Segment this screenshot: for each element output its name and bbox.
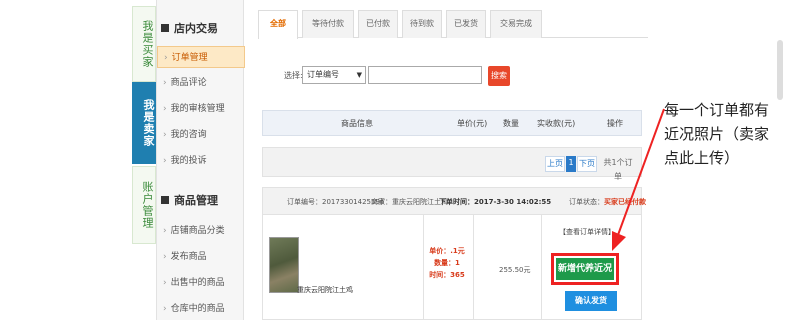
product-thumbnail[interactable] (269, 237, 299, 293)
sidebar-item-label: 商品评论 (170, 78, 207, 88)
pagination: 上页 1 下页 共1个订单 (262, 147, 642, 181)
sidebar-item-label: 店铺商品分类 (170, 226, 225, 236)
order-number-label: 订单编号： (287, 198, 322, 206)
sidebar-item-label: 我的投诉 (170, 156, 207, 166)
order-number: 订单编号：20173301425596 (287, 188, 384, 216)
sidebar-item-label: 仓库中的商品 (170, 304, 225, 314)
annotation-arrow (612, 108, 665, 251)
main-content: 全部 等待付款 已付款 待到款 已发货 交易完成 选择: 订单编号 ▼ 搜索 商… (258, 0, 648, 320)
order-shop-label: 商家： (371, 198, 392, 206)
sidebar-item-reviews[interactable]: › 商品评论 (157, 72, 245, 94)
order-header: 订单编号：20173301425596 商家：重庆云阳院江土鸡 下单时间：201… (262, 187, 646, 216)
sidebar-item-complaints[interactable]: › 我的投诉 (157, 150, 245, 172)
search-button[interactable]: 搜索 (488, 66, 510, 86)
tab-awaiting-receipt[interactable]: 待到款 (402, 10, 442, 38)
sidebar-item-order-manage[interactable]: › 订单管理 (157, 46, 245, 68)
sidebar-item-audit[interactable]: › 我的审核管理 (157, 98, 245, 120)
product-name[interactable]: 重庆云阳院江土鸡 (297, 285, 353, 295)
current-page[interactable]: 1 (566, 156, 576, 172)
sidebar-section-title: 商品管理 (174, 194, 218, 207)
unit-price-line: 单价：.1元 (429, 247, 465, 255)
time-line: 时间：365 (429, 271, 465, 279)
tab-all[interactable]: 全部 (258, 10, 298, 39)
search-row: 选择: 订单编号 ▼ 搜索 (258, 66, 648, 86)
chevron-right-icon: › (163, 156, 167, 166)
sidebar-item-warehouse[interactable]: › 仓库中的商品 (157, 298, 245, 320)
sidebar-item-category[interactable]: › 店铺商品分类 (157, 220, 245, 242)
annotation-text: 每一个订单都有近况照片（卖家点此上传） (664, 101, 770, 167)
column-divider (541, 215, 542, 320)
add-care-update-button[interactable]: 新增代养近况 (556, 258, 614, 280)
role-tab-buyer[interactable]: 我是买家 (132, 6, 156, 82)
role-tabs: 我是买家 我是卖家 账户管理 (132, 0, 156, 245)
quantity-line: 数量：1 (434, 259, 460, 267)
chevron-right-icon: › (163, 78, 167, 88)
chevron-right-icon: › (163, 278, 167, 288)
chevron-right-icon: › (163, 130, 167, 140)
search-label: 选择: (284, 71, 303, 80)
confirm-shipment-button[interactable]: 确认发货 (565, 291, 617, 311)
order-amount: 255.50元 (499, 266, 531, 274)
chevron-right-icon: › (163, 304, 167, 314)
order-time: 下单时间：2017-3-30 14:02:55 (439, 188, 551, 216)
sidebar-item-inquiries[interactable]: › 我的咨询 (157, 124, 245, 146)
sidebar-section-product-manage: 商品管理 (157, 186, 245, 214)
role-tab-account[interactable]: 账户管理 (132, 166, 156, 244)
order-item-info: 单价：.1元 数量：1 时间：365 (427, 245, 467, 281)
role-tab-seller[interactable]: 我是卖家 (132, 82, 156, 164)
sidebar-section-title: 店内交易 (174, 22, 218, 35)
sidebar-item-label: 发布商品 (170, 252, 207, 262)
square-icon (161, 24, 169, 32)
order-time-value: 2017-3-30 14:02:55 (474, 198, 552, 206)
sidebar-section-store-trade: 店内交易 (157, 14, 245, 42)
search-input[interactable] (368, 66, 482, 84)
sidebar-item-publish[interactable]: › 发布商品 (157, 246, 245, 268)
sidebar-item-label: 订单管理 (171, 53, 208, 63)
scrollbar[interactable] (773, 0, 788, 320)
chevron-right-icon: › (163, 252, 167, 262)
select-value: 订单编号 (307, 70, 339, 79)
header-quantity: 数量 (503, 119, 519, 128)
header-product: 商品信息 (341, 119, 373, 128)
chevron-right-icon: › (163, 104, 167, 114)
order-shop: 商家：重庆云阳院江土鸡 (371, 188, 448, 216)
column-divider (473, 215, 474, 320)
sidebar-item-on-sale[interactable]: › 出售中的商品 (157, 272, 245, 294)
next-page-button[interactable]: 下页 (577, 156, 597, 172)
sidebar-item-label: 出售中的商品 (170, 278, 225, 288)
header-unit-price: 单价(元) (457, 119, 488, 128)
sidebar: 店内交易 › 订单管理 › 商品评论 › 我的审核管理 › 我的咨询 › 我的投诉 商品管… (156, 0, 245, 320)
prev-page-button[interactable]: 上页 (545, 156, 565, 172)
tab-shipped[interactable]: 已发货 (446, 10, 486, 38)
tab-completed[interactable]: 交易完成 (490, 10, 542, 38)
highlight-box: 新增代养近况 (551, 253, 619, 285)
column-divider (423, 215, 424, 320)
tab-awaiting-payment[interactable]: 等待付款 (302, 10, 354, 38)
order-tabs: 全部 等待付款 已付款 待到款 已发货 交易完成 (258, 10, 648, 39)
caret-down-icon: ▼ (356, 71, 362, 79)
tab-paid[interactable]: 已付款 (358, 10, 398, 38)
order-row: 重庆云阳院江土鸡 单价：.1元 数量：1 时间：365 255.50元 【查看订… (262, 215, 642, 320)
sidebar-item-label: 我的咨询 (170, 130, 207, 140)
order-status-label: 订单状态： (569, 198, 604, 206)
search-type-select[interactable]: 订单编号 ▼ (302, 66, 366, 84)
square-icon (161, 196, 169, 204)
sidebar-item-label: 我的审核管理 (170, 104, 225, 114)
header-paid: 实收款(元) (537, 119, 576, 128)
order-time-label: 下单时间： (439, 198, 474, 206)
table-header: 商品信息 单价(元) 数量 实收款(元) 操作 (262, 110, 642, 136)
chevron-right-icon: › (164, 53, 168, 63)
scroll-thumb[interactable] (777, 40, 783, 100)
chevron-right-icon: › (163, 226, 167, 236)
